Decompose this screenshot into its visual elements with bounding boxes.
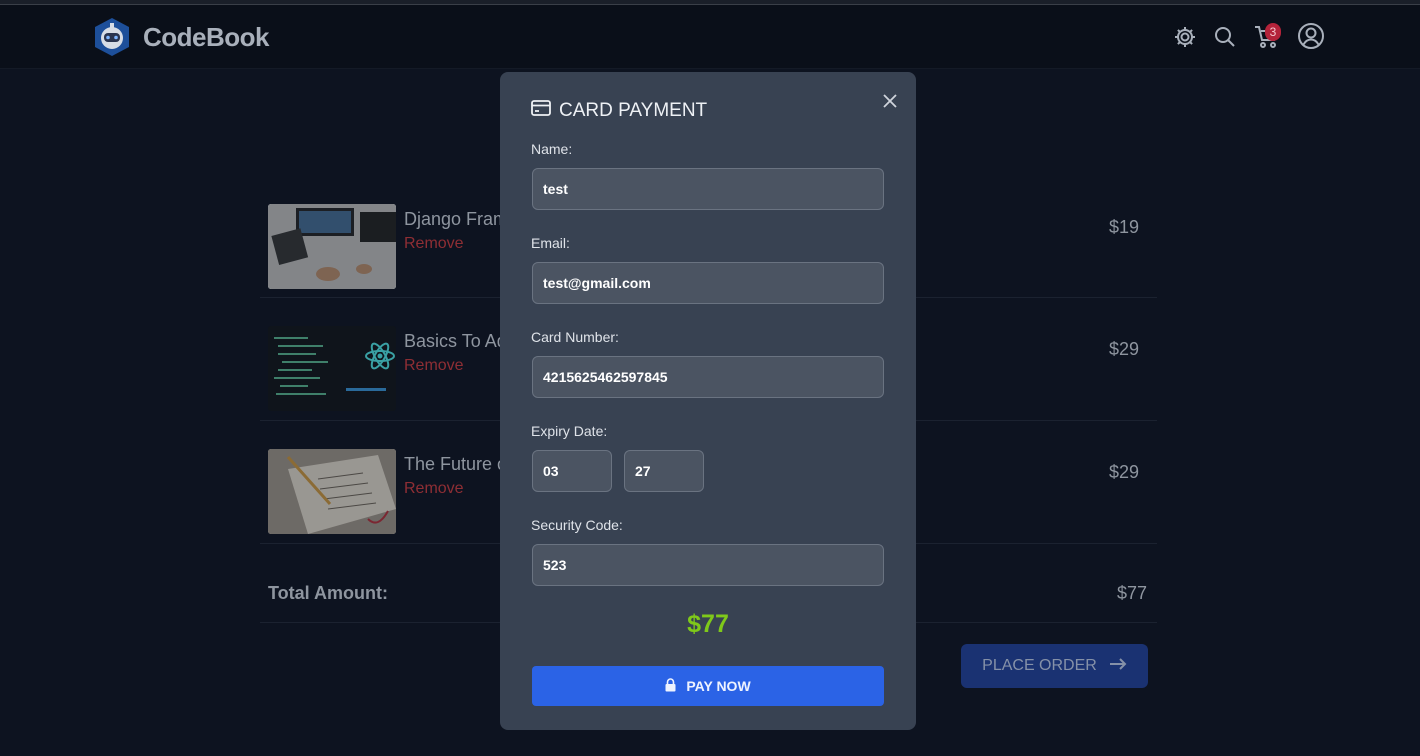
search-icon[interactable] [1212,24,1238,50]
lock-icon [665,677,676,695]
product-title[interactable]: Basics To Ad [404,331,507,352]
card-number-field[interactable] [532,356,884,398]
remove-link[interactable]: Remove [404,357,464,375]
codebook-logo-icon[interactable] [93,17,131,57]
remove-link[interactable]: Remove [404,480,464,498]
place-order-button[interactable]: PLACE ORDER [961,644,1148,688]
total-amount-label: Total Amount: [268,583,388,603]
product-thumbnail [268,204,396,289]
navbar: CodeBook 3 [0,5,1420,69]
modal-title-text: CARD PAYMENT [559,100,708,121]
cart-count-badge: 3 [1265,23,1281,41]
arrow-right-icon [1109,657,1127,676]
name-label: Name: [531,141,573,157]
card-payment-modal: CARD PAYMENT Name: Email: Card Number: E… [500,72,916,730]
product-title[interactable]: The Future o [404,454,507,475]
name-field[interactable] [532,168,884,210]
pay-now-label: PAY NOW [686,678,751,694]
expiry-year-field[interactable] [624,450,704,492]
product-price: $19 [1108,217,1139,237]
modal-title: CARD PAYMENT [531,100,707,122]
credit-card-icon [531,100,551,122]
product-title[interactable]: Django Fram [404,209,508,230]
remove-link[interactable]: Remove [404,235,464,253]
expiry-month-field[interactable] [532,450,612,492]
security-code-field[interactable] [532,544,884,586]
expiry-date-label: Expiry Date: [531,423,608,439]
total-amount-value: $77 [1117,583,1148,603]
gear-icon[interactable] [1172,24,1198,50]
user-account-icon[interactable] [1297,22,1325,50]
product-thumbnail [268,449,396,534]
payment-amount: $77 [687,610,729,638]
email-field[interactable] [532,262,884,304]
pay-now-button[interactable]: PAY NOW [532,666,884,706]
place-order-label: PLACE ORDER [982,657,1097,674]
product-thumbnail [268,326,396,411]
email-label: Email: [531,235,570,251]
card-number-label: Card Number: [531,329,619,345]
security-code-label: Security Code: [531,517,623,533]
product-price: $29 [1108,339,1139,359]
brand-name[interactable]: CodeBook [143,22,270,53]
close-icon[interactable] [880,92,900,110]
product-price: $29 [1108,462,1139,482]
